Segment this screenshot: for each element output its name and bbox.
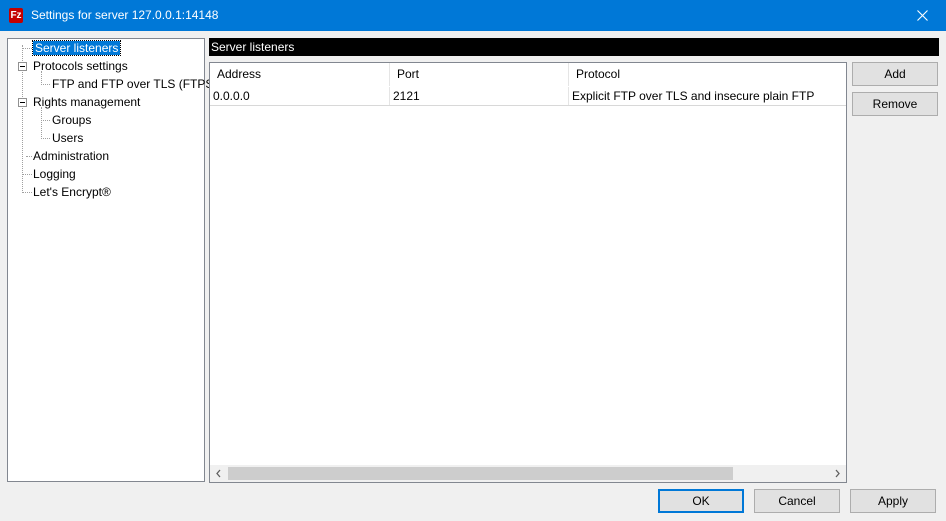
- remove-button[interactable]: Remove: [852, 92, 938, 116]
- column-header-port[interactable]: Port: [390, 63, 569, 86]
- listeners-list[interactable]: Address Port Protocol 0.0.0.0 2121 Expli…: [209, 62, 847, 483]
- tree-item-lets-encrypt[interactable]: Let's Encrypt®: [33, 184, 111, 200]
- tree-item-label: Protocols settings: [33, 59, 128, 73]
- ok-button[interactable]: OK: [658, 489, 744, 513]
- tree-item-protocols-settings[interactable]: Protocols settings: [33, 58, 128, 74]
- settings-tree[interactable]: Server listeners Protocols settings FTP …: [7, 38, 217, 482]
- tree-line: [22, 174, 32, 175]
- panel-title: Server listeners: [211, 40, 295, 54]
- tree-item-groups[interactable]: Groups: [52, 112, 91, 128]
- tree-item-label: Server listeners: [31, 40, 122, 56]
- close-icon: [917, 10, 928, 21]
- tree-line: [41, 120, 50, 121]
- tree-item-label: Groups: [52, 113, 92, 127]
- tree-line: [26, 156, 32, 157]
- panel-title-bar: Server listeners: [209, 38, 939, 56]
- horizontal-scrollbar[interactable]: [210, 465, 846, 482]
- column-header-address[interactable]: Address: [210, 63, 390, 86]
- tree-item-administration[interactable]: Administration: [33, 148, 109, 164]
- cell-protocol: Explicit FTP over TLS and insecure plain…: [572, 89, 815, 103]
- tree-line: [41, 84, 50, 85]
- tree-item-ftp-ftps[interactable]: FTP and FTP over TLS (FTPS): [52, 76, 217, 92]
- tree-item-label: Users: [52, 131, 84, 145]
- cell-address: 0.0.0.0: [210, 87, 390, 105]
- chevron-right-icon: [835, 469, 840, 478]
- tree-item-label: Administration: [33, 149, 110, 163]
- column-header-protocol[interactable]: Protocol: [569, 63, 846, 86]
- cancel-button[interactable]: Cancel: [754, 489, 840, 513]
- add-button[interactable]: Add: [852, 62, 938, 86]
- close-button[interactable]: [900, 0, 946, 31]
- apply-button[interactable]: Apply: [850, 489, 936, 513]
- tree-line: [22, 192, 32, 193]
- scroll-left-button[interactable]: [210, 465, 227, 482]
- tree-item-label: Let's Encrypt®: [33, 185, 111, 199]
- window-title: Settings for server 127.0.0.1:14148: [31, 8, 219, 22]
- tree-item-label: Rights management: [33, 95, 141, 109]
- tree-item-users[interactable]: Users: [52, 130, 83, 146]
- scrollbar-thumb[interactable]: [228, 467, 733, 480]
- tree-item-label: Logging: [33, 167, 76, 181]
- tree-line: [41, 107, 42, 139]
- title-bar: Fz Settings for server 127.0.0.1:14148: [0, 0, 946, 31]
- cell-port: 2121: [390, 87, 569, 105]
- table-row[interactable]: 0.0.0.0 2121 Explicit FTP over TLS and i…: [210, 87, 846, 106]
- collapse-toggle-rights[interactable]: [18, 98, 27, 107]
- tree-item-server-listeners[interactable]: Server listeners: [31, 40, 122, 56]
- chevron-left-icon: [216, 469, 221, 478]
- tree-line: [22, 48, 32, 49]
- tree-line: [41, 138, 50, 139]
- tree-item-label: FTP and FTP over TLS (FTPS): [52, 77, 218, 91]
- scroll-right-button[interactable]: [829, 465, 846, 482]
- filezilla-app-icon: Fz: [9, 8, 23, 23]
- tree-item-rights-management[interactable]: Rights management: [33, 94, 140, 110]
- collapse-toggle-protocols[interactable]: [18, 62, 27, 71]
- tree-item-logging[interactable]: Logging: [33, 166, 76, 182]
